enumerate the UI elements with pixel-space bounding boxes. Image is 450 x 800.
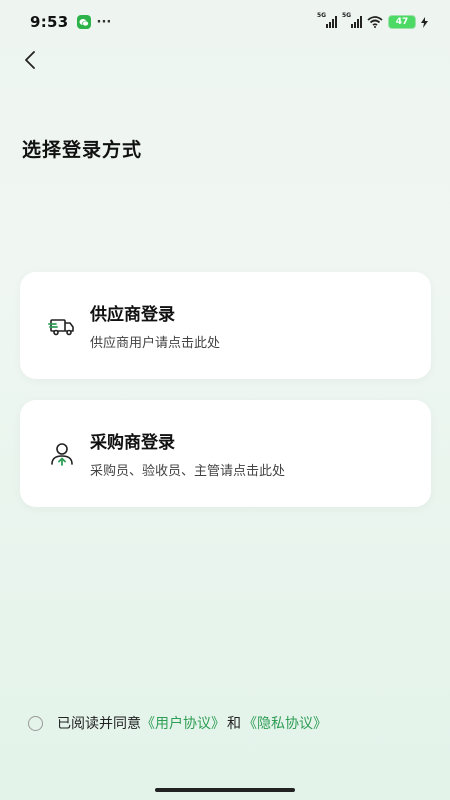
- signal-icon: 5G: [317, 12, 337, 28]
- supplier-login-card[interactable]: 供应商登录 供应商用户请点击此处: [20, 272, 431, 379]
- purchaser-login-card[interactable]: 采购商登录 采购员、验收员、主管请点击此处: [20, 400, 431, 507]
- agreement-checkbox[interactable]: [28, 715, 43, 731]
- back-button[interactable]: [18, 50, 42, 74]
- charging-icon: [421, 13, 428, 32]
- battery-indicator: 47: [388, 15, 416, 29]
- wechat-icon: [76, 15, 91, 29]
- page-title: 选择登录方式: [22, 139, 143, 161]
- status-bar: 9:53 ··· 5G 5G 47: [0, 0, 450, 44]
- purchaser-login-title: 采购商登录: [90, 433, 175, 453]
- user-upload-icon: [48, 440, 76, 468]
- more-notifications-icon: ···: [96, 14, 112, 30]
- signal-icon-2: 5G: [342, 12, 362, 28]
- status-indicators: 5G 5G 47: [317, 12, 428, 32]
- privacy-agreement-link[interactable]: 《隐私协议》: [243, 713, 327, 733]
- chevron-left-icon: [23, 51, 37, 73]
- agreement-row: 已阅读并同意 《用户协议》 和 《隐私协议》: [28, 713, 327, 733]
- status-time: 9:53: [30, 13, 69, 31]
- delivery-truck-icon: [48, 312, 76, 340]
- agreement-prefix: 已阅读并同意: [57, 716, 141, 732]
- signal-label-2: 5G: [342, 12, 352, 19]
- user-agreement-link[interactable]: 《用户协议》: [141, 713, 225, 733]
- agreement-and: 和: [227, 716, 241, 732]
- purchaser-login-subtitle: 采购员、验收员、主管请点击此处: [90, 464, 286, 479]
- signal-label: 5G: [317, 12, 327, 19]
- home-indicator[interactable]: [155, 788, 295, 792]
- wifi-icon: [367, 13, 383, 32]
- supplier-login-subtitle: 供应商用户请点击此处: [90, 336, 221, 351]
- supplier-login-title: 供应商登录: [90, 305, 175, 325]
